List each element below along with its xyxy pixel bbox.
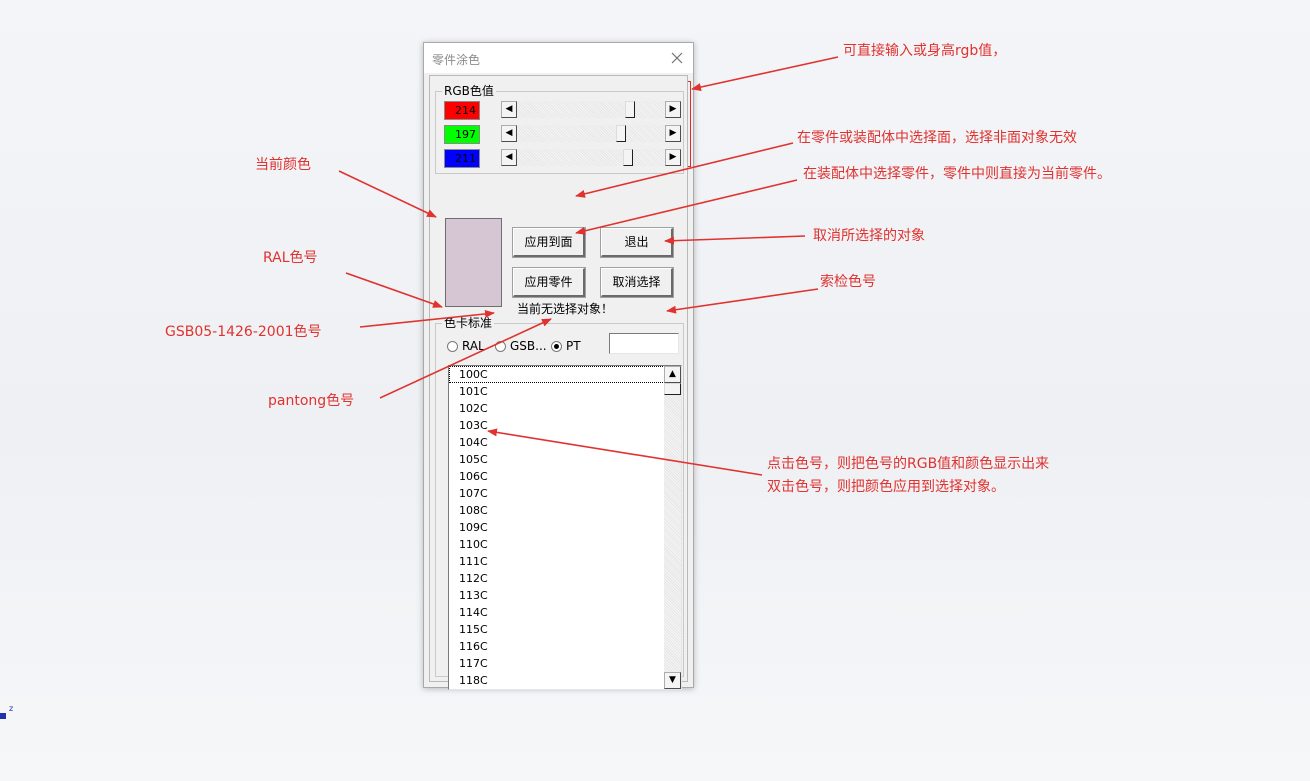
annotation-ral: RAL色号 bbox=[263, 250, 318, 266]
annotation-apply-part: 在装配体中选择零件，零件中则直接为当前零件。 bbox=[803, 166, 1111, 182]
rgb-group: RGB色值 214 ◀ ▶ 197 ◀ ▶ 211 ◀ ▶ bbox=[435, 84, 684, 174]
annotation-search: 索检色号 bbox=[820, 274, 876, 290]
list-item[interactable]: 104C bbox=[449, 434, 681, 451]
arrow-current-color bbox=[338, 170, 437, 218]
selection-status: 当前无选择对象！ bbox=[517, 302, 614, 316]
list-item[interactable]: 101C bbox=[449, 383, 681, 400]
blue-slider[interactable]: ◀ ▶ bbox=[501, 149, 681, 166]
blue-slider-thumb[interactable] bbox=[623, 149, 633, 166]
list-item[interactable]: 107C bbox=[449, 485, 681, 502]
green-slider[interactable]: ◀ ▶ bbox=[501, 125, 681, 142]
radio-gsb[interactable]: GSB... bbox=[495, 339, 547, 353]
color-code-list[interactable]: 100C 101C 102C 103C 104C 105C 106C 107C 108C 109C… bbox=[448, 365, 682, 690]
blue-slider-left-arrow[interactable]: ◀ bbox=[501, 149, 517, 166]
list-scroll-up-arrow[interactable]: ▲ bbox=[664, 366, 681, 383]
green-slider-thumb[interactable] bbox=[616, 125, 626, 142]
list-scrollbar[interactable]: ▲ ▼ bbox=[664, 366, 681, 689]
axis-z-label: z bbox=[9, 704, 14, 713]
radio-ral-circle[interactable] bbox=[447, 341, 458, 352]
exit-button[interactable]: 退出 bbox=[600, 227, 674, 258]
list-item[interactable]: 113C bbox=[449, 587, 681, 604]
list-scroll-thumb[interactable] bbox=[664, 383, 681, 395]
dialog-title: 零件涂色 bbox=[432, 53, 481, 67]
green-value-input[interactable]: 197 bbox=[444, 125, 480, 144]
axis-triad: z bbox=[0, 704, 14, 722]
list-item[interactable]: 103C bbox=[449, 417, 681, 434]
radio-gsb-circle[interactable] bbox=[495, 341, 506, 352]
green-slider-left-arrow[interactable]: ◀ bbox=[501, 125, 517, 142]
current-color-swatch bbox=[445, 218, 502, 307]
blue-slider-right-arrow[interactable]: ▶ bbox=[665, 149, 681, 166]
annotation-rgb-input: 可直接输入或身高rgb值， bbox=[843, 43, 1007, 59]
radio-gsb-label: GSB... bbox=[510, 339, 547, 353]
blue-value-input[interactable]: 211 bbox=[444, 149, 480, 168]
list-item[interactable]: 116C bbox=[449, 638, 681, 655]
annotation-list-line2: 双击色号，则把颜色应用到选择对象。 bbox=[767, 479, 1005, 495]
list-item[interactable]: 117C bbox=[449, 655, 681, 672]
list-item[interactable]: 118C bbox=[449, 672, 681, 689]
list-item[interactable]: 109C bbox=[449, 519, 681, 536]
red-slider-right-arrow[interactable]: ▶ bbox=[665, 101, 681, 118]
list-item[interactable]: 114C bbox=[449, 604, 681, 621]
color-dialog: 零件涂色 RGB色值 214 ◀ ▶ 197 ◀ ▶ 211 ◀ ▶ 应用到面 … bbox=[423, 42, 694, 690]
radio-ral-label: RAL bbox=[462, 339, 485, 353]
list-item[interactable]: 105C bbox=[449, 451, 681, 468]
list-scroll-down-arrow[interactable]: ▼ bbox=[664, 672, 681, 689]
list-item[interactable]: 102C bbox=[449, 400, 681, 417]
list-item[interactable]: 100C bbox=[449, 366, 681, 383]
list-item[interactable]: 106C bbox=[449, 468, 681, 485]
cancel-selection-button[interactable]: 取消选择 bbox=[600, 267, 674, 298]
color-code-items: 100C 101C 102C 103C 104C 105C 106C 107C 108C 109C… bbox=[449, 366, 681, 689]
list-item[interactable]: 110C bbox=[449, 536, 681, 553]
list-item[interactable]: 112C bbox=[449, 570, 681, 587]
annotation-pantong: pantong色号 bbox=[268, 393, 355, 409]
annotation-list-line1: 点击色号，则把色号的RGB值和颜色显示出来 bbox=[767, 456, 1050, 472]
red-value-input[interactable]: 214 bbox=[444, 101, 480, 120]
apply-to-part-button[interactable]: 应用零件 bbox=[512, 267, 586, 298]
green-slider-right-arrow[interactable]: ▶ bbox=[665, 125, 681, 142]
list-item[interactable]: 108C bbox=[449, 502, 681, 519]
rgb-group-label: RGB色值 bbox=[442, 84, 496, 98]
color-code-search-input[interactable] bbox=[609, 333, 679, 354]
title-bar: 零件涂色 bbox=[424, 43, 693, 73]
radio-pt-circle[interactable] bbox=[551, 341, 562, 352]
radio-ral[interactable]: RAL bbox=[447, 339, 485, 353]
list-item[interactable]: 115C bbox=[449, 621, 681, 638]
list-item[interactable]: 111C bbox=[449, 553, 681, 570]
red-slider[interactable]: ◀ ▶ bbox=[501, 101, 681, 118]
dialog-body: RGB色值 214 ◀ ▶ 197 ◀ ▶ 211 ◀ ▶ 应用到面 退出 应用… bbox=[429, 75, 688, 690]
annotation-gsb: GSB05-1426-2001色号 bbox=[165, 324, 322, 340]
color-card-group-label: 色卡标准 bbox=[442, 316, 495, 330]
apply-to-face-button[interactable]: 应用到面 bbox=[512, 227, 586, 258]
radio-pt[interactable]: PT bbox=[551, 339, 581, 353]
annotation-cancel: 取消所选择的对象 bbox=[813, 228, 925, 244]
annotation-current-color: 当前颜色 bbox=[255, 157, 311, 173]
red-slider-left-arrow[interactable]: ◀ bbox=[501, 101, 517, 118]
red-slider-thumb[interactable] bbox=[625, 101, 635, 118]
annotation-apply-face: 在零件或装配体中选择面，选择非面对象无效 bbox=[797, 130, 1077, 146]
arrow-rgb bbox=[691, 56, 839, 91]
close-icon[interactable] bbox=[667, 48, 687, 68]
radio-pt-label: PT bbox=[566, 339, 581, 353]
